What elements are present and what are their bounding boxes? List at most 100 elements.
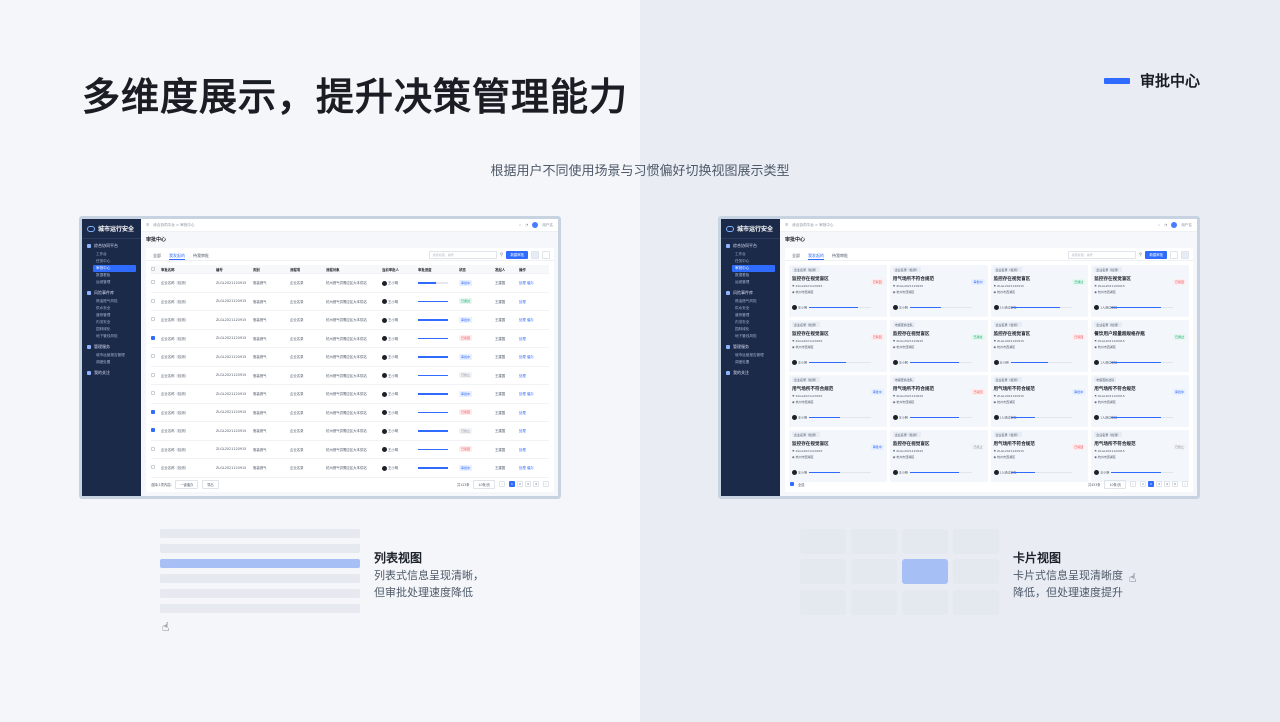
row-actions[interactable]: 处理: [519, 447, 549, 452]
table-row[interactable]: 企业名称（检测） ZLGL2021120915 瓶装燃气 企业名录 杭州燃气供需应区大本…: [151, 293, 549, 311]
sidebar-item[interactable]: 城市运营报告管理: [721, 352, 780, 359]
sidebar-item[interactable]: 运维管理: [82, 279, 141, 286]
page-number[interactable]: 3: [1156, 481, 1162, 487]
sidebar-item[interactable]: 运维管理: [721, 279, 780, 286]
approval-card[interactable]: 企业名录（检测） 监控存在视觉盲区 已驳回 ⚑ ZLGL2021120915 ◉ 杭州市…: [789, 265, 887, 317]
filter-icon[interactable]: ⚲: [500, 251, 504, 259]
row-actions[interactable]: 处理 催办: [519, 391, 549, 396]
sidebar-item[interactable]: 数据看板: [721, 272, 780, 279]
sidebar-item[interactable]: 园林绿化: [721, 326, 780, 333]
row-checkbox[interactable]: [151, 446, 155, 451]
row-actions[interactable]: 处理 催办: [519, 317, 549, 322]
sidebar-item[interactable]: 地下管线风险: [721, 333, 780, 340]
approval-card[interactable]: 企业名录（检测） 监控存在视觉盲区 已终止 ⚑ ZLGL2021120915 ◉ 杭州市…: [889, 430, 988, 482]
row-checkbox[interactable]: [151, 409, 155, 414]
batch-remind-button[interactable]: 一键催办: [175, 479, 199, 489]
table-row[interactable]: 企业名称（检测） ZLGL2021120915 瓶装燃气 企业名录 杭州燃气供需应区大本…: [151, 330, 549, 348]
table-row[interactable]: 企业名称（检测） ZLGL2021120915 瓶装燃气 企业名录 杭州燃气供需应区大本…: [151, 459, 549, 478]
tab[interactable]: 待我审批: [832, 253, 848, 260]
row-checkbox[interactable]: [151, 298, 155, 303]
select-all-checkbox[interactable]: [790, 482, 794, 486]
sidebar-item[interactable]: 工作台: [721, 251, 780, 258]
table-row[interactable]: 企业名称（检测） ZLGL2021120915 瓶装燃气 企业名录 杭州燃气供需应区大本…: [151, 311, 549, 330]
sidebar-item[interactable]: 供水安全: [721, 305, 780, 312]
sidebar-item[interactable]: 工作台: [82, 251, 141, 258]
tab[interactable]: 全部: [792, 253, 800, 260]
sidebar-item[interactable]: 燃油燃气风险: [82, 298, 141, 305]
row-checkbox[interactable]: [151, 391, 155, 396]
menu-icon[interactable]: ☰: [146, 223, 149, 227]
approval-card[interactable]: 企业名录（检测） 监控存在视觉盲区 已驳回 ⚑ ZLGL2021120915 ◉ 杭州市…: [1091, 265, 1189, 317]
row-checkbox[interactable]: [151, 428, 155, 433]
card-view-toggle[interactable]: [1181, 251, 1189, 259]
next-page-button[interactable]: ›: [1182, 481, 1188, 487]
sidebar-item[interactable]: 城市运营报告管理: [82, 352, 141, 359]
table-row[interactable]: 企业名称（检测） ZLGL2021120915 瓶装燃气 企业名录 杭州燃气供需应区大本…: [151, 441, 549, 459]
sidebar-item[interactable]: 内涝安全: [721, 319, 780, 326]
approval-card[interactable]: 市级查执法队 用气场所不符合规范 已驳回 ⚑ ZLGL2021120915 ◉ 杭州市西…: [889, 375, 988, 427]
tab[interactable]: 待我审批: [193, 253, 209, 260]
row-actions[interactable]: 处理: [519, 299, 549, 304]
sidebar-item[interactable]: 燃油燃气风险: [721, 298, 780, 305]
sidebar-section[interactable]: 管理服务: [82, 340, 141, 352]
row-checkbox[interactable]: [151, 335, 155, 340]
table-row[interactable]: 企业名称（检测） ZLGL2021120915 瓶装燃气 企业名录 杭州燃气供需应区大本…: [151, 385, 549, 404]
sidebar-item[interactable]: 审批中心: [93, 265, 136, 272]
row-actions[interactable]: 处理: [519, 428, 549, 433]
page-number[interactable]: 4: [1164, 481, 1170, 487]
sidebar-item[interactable]: 任务中心: [721, 258, 780, 265]
next-page-button[interactable]: ›: [543, 481, 549, 487]
page-number[interactable]: 5: [1172, 481, 1178, 487]
approval-card[interactable]: 企业名录（检测） 监控存在视觉盲区 已通过 ⚑ ZLGL2021120915 ◉ 杭州市…: [990, 265, 1089, 317]
approval-card[interactable]: 企业名录（检测） 用气场所不符合规范 已驳回 ⚑ ZLGL2021120915 ◉ 杭州…: [990, 430, 1089, 482]
page-number[interactable]: 1: [509, 481, 515, 487]
bell-icon[interactable]: ◔: [525, 223, 528, 227]
search-icon[interactable]: ⌕: [1158, 223, 1160, 227]
page-number[interactable]: 2: [517, 481, 523, 487]
sidebar-section[interactable]: 风险事件库: [82, 286, 141, 298]
sidebar-section[interactable]: 管理服务: [721, 340, 780, 352]
row-actions[interactable]: 处理: [519, 336, 549, 341]
approval-card[interactable]: 企业名录（检测） 用气场所不符合规范 审批中 ⚑ ZLGL2021120915 ◉ 杭州…: [789, 375, 887, 427]
export-button[interactable]: 导出: [202, 479, 219, 489]
page-number[interactable]: 2: [1148, 481, 1154, 487]
row-checkbox[interactable]: [151, 317, 155, 322]
approval-card[interactable]: 企业名录（检测） 监控存在视觉盲区 审批中 ⚑ ZLGL2021120915 ◉ 杭州市…: [789, 430, 887, 482]
page-size-select[interactable]: 10条/页: [1104, 479, 1126, 489]
page-number[interactable]: 3: [525, 481, 531, 487]
row-actions[interactable]: 处理 催办: [519, 280, 549, 285]
tab[interactable]: 我发起的: [169, 253, 185, 260]
filter-icon[interactable]: ⚲: [1139, 251, 1143, 259]
sidebar-item[interactable]: 任务中心: [82, 258, 141, 265]
row-checkbox[interactable]: [151, 372, 155, 377]
approval-card[interactable]: 企业名录（检测） 监控存在视觉盲区 已驳回 ⚑ ZLGL2021120915 ◉ 杭州市…: [789, 320, 887, 372]
table-row[interactable]: 企业名称（检测） ZLGL2021120915 瓶装燃气 企业名录 杭州燃气供需应区大本…: [151, 348, 549, 367]
sidebar-item[interactable]: 园林绿化: [82, 326, 141, 333]
sidebar-item[interactable]: 地下管线风险: [82, 333, 141, 340]
sidebar-section[interactable]: 我的关注: [82, 366, 141, 378]
sidebar-item[interactable]: 供水安全: [82, 305, 141, 312]
search-input[interactable]: 搜索标题、编号: [1067, 251, 1136, 259]
approval-card[interactable]: 企业名录（检测） 用气场所不符合规范 审批中 ⚑ ZLGL2021120915 ◉ 杭州…: [889, 265, 988, 317]
prev-page-button[interactable]: ‹: [1130, 481, 1136, 487]
sidebar-item[interactable]: 调度处置: [82, 359, 141, 366]
approval-card[interactable]: 企业名录（检测） 用气场所不符合规范 审批中 ⚑ ZLGL2021120915 ◉ 杭州…: [990, 375, 1089, 427]
checkbox[interactable]: [151, 266, 155, 271]
approval-card[interactable]: 市级查执法队 用气场所不符合规范 审批中 ⚑ ZLGL2021120915 ◉ 杭州市西…: [1091, 375, 1189, 427]
avatar[interactable]: [532, 222, 539, 228]
table-row[interactable]: 企业名称（检测） ZLGL2021120915 瓶装燃气 企业名录 杭州燃气供需应区大本…: [151, 404, 549, 422]
sidebar-item[interactable]: 数据看板: [82, 272, 141, 279]
row-checkbox[interactable]: [151, 465, 155, 470]
bell-icon[interactable]: ◔: [1164, 223, 1167, 227]
sidebar-item[interactable]: 道桥管理: [721, 312, 780, 319]
prev-page-button[interactable]: ‹: [499, 481, 505, 487]
row-actions[interactable]: 处理 催办: [519, 354, 549, 359]
approval-card[interactable]: 企业名录（检测） 监控存在视觉盲区 已驳回 ⚑ ZLGL2021120915 ◉ 杭州市…: [990, 320, 1089, 372]
row-checkbox[interactable]: [151, 354, 155, 359]
list-view-toggle[interactable]: [1170, 251, 1178, 259]
approval-card[interactable]: 企业名录（检测） 餐饮用户超量超规格存瓶 已通过 ⚑ ZLGL2021120915 ◉ …: [1091, 320, 1189, 372]
row-checkbox[interactable]: [151, 280, 155, 285]
tab[interactable]: 我发起的: [808, 253, 824, 260]
table-row[interactable]: 企业名称（检测） ZLGL2021120915 瓶装燃气 企业名录 杭州燃气供需应区大本…: [151, 422, 549, 441]
sidebar-item[interactable]: 内涝安全: [82, 319, 141, 326]
